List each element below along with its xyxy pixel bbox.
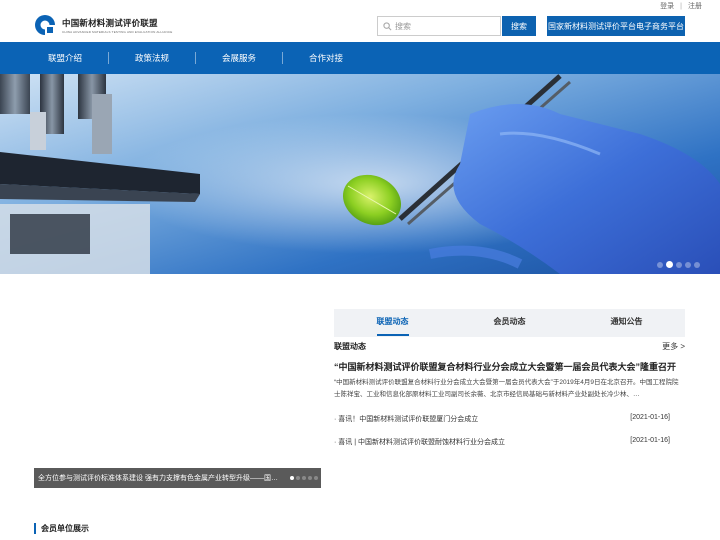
ecommerce-platform-button[interactable]: 国家新材料测试评价平台电子商务平台 <box>547 16 685 36</box>
news-item-title[interactable]: 喜讯！中国新材料测试评价联盟厦门分会成立 <box>334 414 478 425</box>
slider-dot[interactable] <box>302 476 306 480</box>
news-slider-caption[interactable]: 全方位参与测试评价标准体系建设 强有力支撑有色金属产业转型升级——国… <box>34 468 321 488</box>
banner-lab-image <box>0 74 720 274</box>
nav-item-exhibition[interactable]: 会展服务 <box>196 52 282 64</box>
login-link[interactable]: 登录 <box>660 1 674 11</box>
slider-dot[interactable] <box>314 476 318 480</box>
news-headline[interactable]: “中国新材料测试评价联盟复合材料行业分会成立大会暨第一届会员代表大会”隆重召开 <box>334 360 685 373</box>
news-section-title: 联盟动态 <box>334 342 366 351</box>
account-links: 登录 | 注册 <box>660 1 702 11</box>
list-item[interactable]: 喜讯 | 中国新材料测试评价联盟耐蚀材料行业分会成立 [2021-01-16] <box>334 437 670 448</box>
logo-title: 中国新材料测试评价联盟 <box>62 17 158 28</box>
slider-caption-text: 全方位参与测试评价标准体系建设 强有力支撑有色金属产业转型升级——国… <box>38 475 278 482</box>
banner-dot[interactable] <box>694 261 700 268</box>
banner-dot-active[interactable] <box>666 261 673 268</box>
news-item-date: [2021-01-16] <box>630 436 670 444</box>
search-button[interactable]: 搜索 <box>502 16 536 36</box>
register-link[interactable]: 注册 <box>688 1 702 11</box>
members-section-title: 会员单位展示 <box>34 523 89 534</box>
news-section-header: 联盟动态 更多 > <box>334 341 685 353</box>
link-separator: | <box>680 2 682 10</box>
tab-notices[interactable]: 通知公告 <box>568 309 685 337</box>
banner-dot[interactable] <box>685 261 691 268</box>
slider-dot[interactable] <box>296 476 300 480</box>
site-logo[interactable]: 中国新材料测试评价联盟 CHINA ADVANCED MATERIALS TES… <box>34 14 172 36</box>
logo-subtitle: CHINA ADVANCED MATERIALS TESTING AND EVA… <box>62 29 173 34</box>
main-nav: 联盟介绍 政策法规 会展服务 合作对接 <box>0 42 720 74</box>
news-tabs: 联盟动态 会员动态 通知公告 <box>334 309 685 337</box>
banner-dot[interactable] <box>657 261 663 268</box>
news-item-date: [2021-01-16] <box>630 414 670 421</box>
header: 登录 | 注册 中国新材料测试评价联盟 CHINA ADVANCED MATER… <box>0 0 720 42</box>
nav-item-cooperation[interactable]: 合作对接 <box>283 52 369 64</box>
more-link[interactable]: 更多 > <box>662 341 685 352</box>
banner-dot[interactable] <box>676 261 682 268</box>
tab-alliance-news[interactable]: 联盟动态 <box>334 309 451 337</box>
list-item[interactable]: 喜讯！中国新材料测试评价联盟厦门分会成立 [2021-01-16] <box>334 414 670 425</box>
search-icon <box>383 21 392 31</box>
search-input[interactable] <box>395 21 495 31</box>
search-box <box>377 16 501 36</box>
slider-dot-active[interactable] <box>290 476 294 480</box>
slider-pagination <box>290 476 318 480</box>
nav-item-policy[interactable]: 政策法规 <box>109 52 195 64</box>
hero-banner[interactable] <box>0 74 720 274</box>
news-list: 喜讯！中国新材料测试评价联盟厦门分会成立 [2021-01-16] 喜讯 | 中… <box>334 414 670 459</box>
banner-pagination <box>657 261 700 268</box>
news-summary: “中国新材料测试评价联盟复合材料行业分会成立大会暨第一届会员代表大会”于2019… <box>334 379 679 398</box>
nav-item-alliance-intro[interactable]: 联盟介绍 <box>22 52 108 64</box>
news-item-title[interactable]: 喜讯 | 中国新材料测试评价联盟耐蚀材料行业分会成立 <box>334 437 505 448</box>
tab-member-news[interactable]: 会员动态 <box>451 309 568 337</box>
logo-mark-icon <box>34 14 56 36</box>
slider-dot[interactable] <box>308 476 312 480</box>
